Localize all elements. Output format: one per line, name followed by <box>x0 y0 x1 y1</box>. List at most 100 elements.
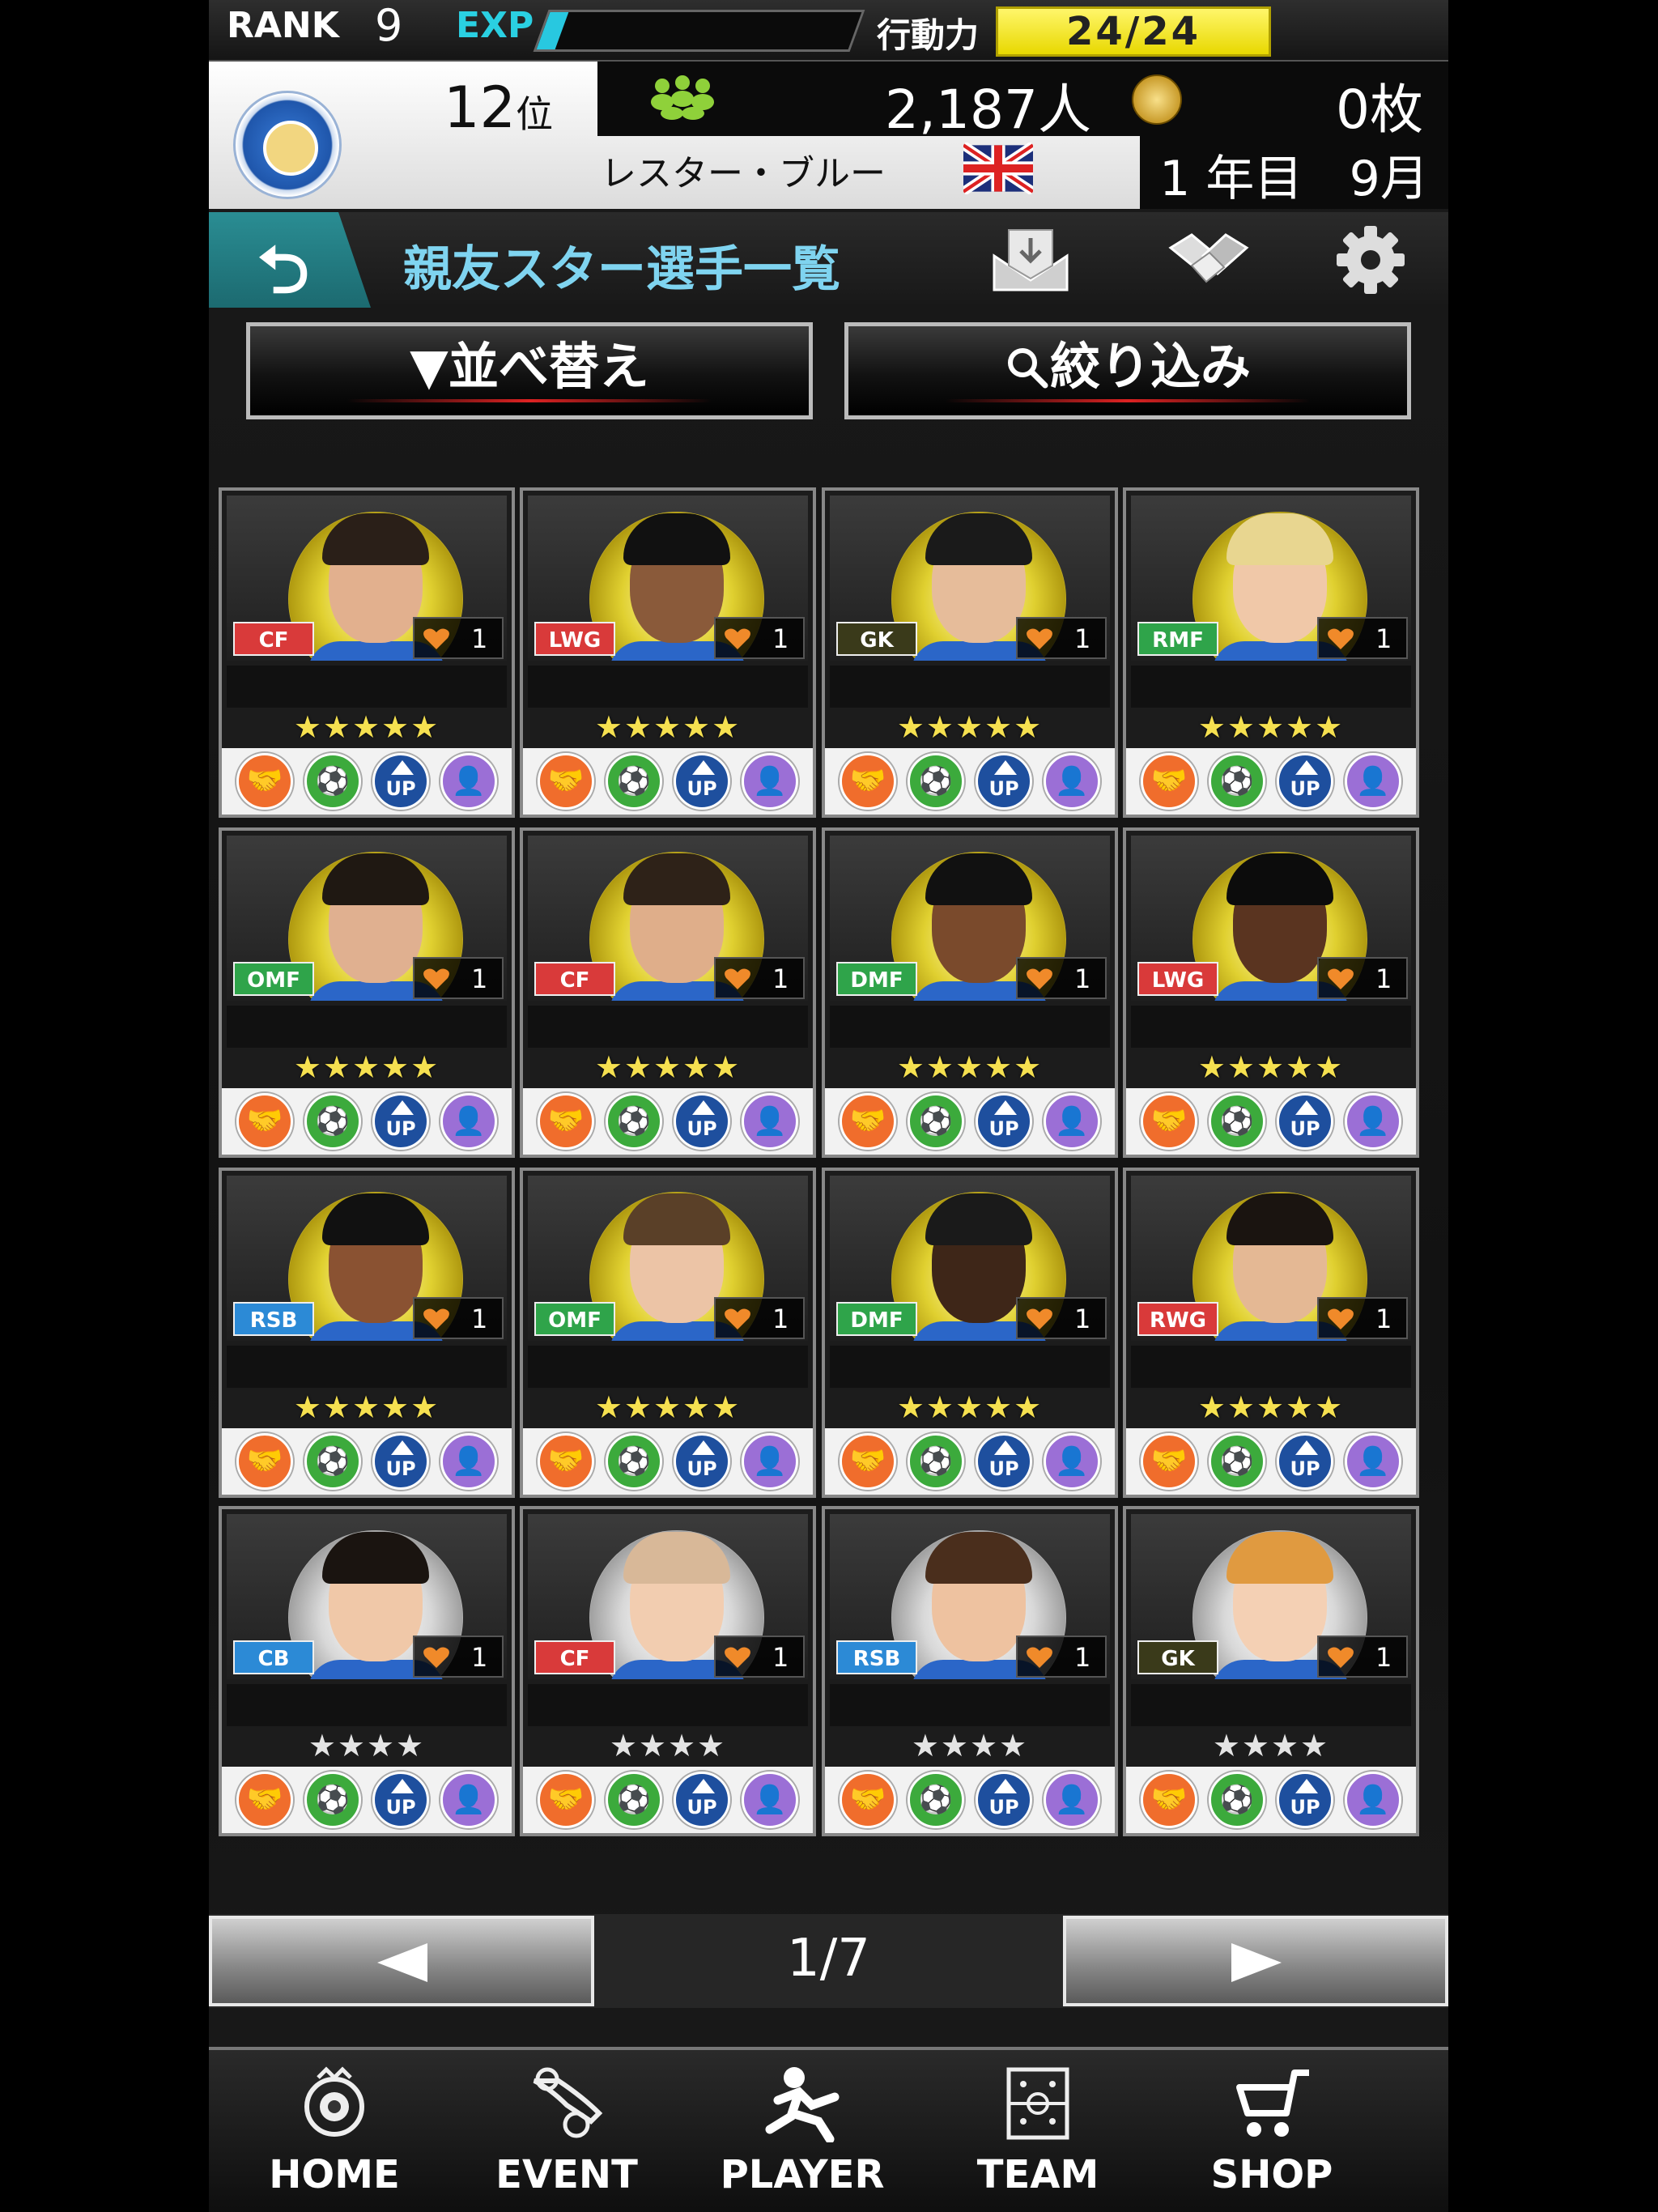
handshake-icon[interactable] <box>1164 223 1253 296</box>
coach-action-icon[interactable]: 👤 <box>742 753 798 810</box>
friend-action-icon[interactable]: 🤝 <box>538 1433 594 1490</box>
nav-player[interactable]: PLAYER <box>685 2050 920 2212</box>
coach-action-icon[interactable]: 👤 <box>742 1093 798 1150</box>
coach-action-icon[interactable]: 👤 <box>440 1772 497 1828</box>
player-card[interactable]: GK 1 ★★★★ 🤝 ⚽ UP 👤 <box>1123 1506 1419 1836</box>
next-page-button[interactable] <box>1063 1916 1448 2006</box>
coach-action-icon[interactable]: 👤 <box>1044 1433 1100 1490</box>
friend-action-icon[interactable]: 🤝 <box>1141 1093 1197 1150</box>
friend-action-icon[interactable]: 🤝 <box>840 1433 896 1490</box>
level-up-icon[interactable]: UP <box>372 1772 429 1828</box>
friend-action-icon[interactable]: 🤝 <box>840 1093 896 1150</box>
player-card[interactable]: OMF 1 ★★★★★ 🤝 ⚽ UP 👤 <box>520 1168 816 1498</box>
level-up-icon[interactable]: UP <box>1277 1772 1333 1828</box>
level-up-icon[interactable]: UP <box>674 1433 730 1490</box>
level-up-icon[interactable]: UP <box>372 1433 429 1490</box>
level-up-icon[interactable]: UP <box>1277 1093 1333 1150</box>
position-badge: GK <box>836 622 917 656</box>
level-up-icon[interactable]: UP <box>976 1433 1032 1490</box>
training-action-icon[interactable]: ⚽ <box>908 1433 964 1490</box>
level-up-icon[interactable]: UP <box>1277 1433 1333 1490</box>
level-up-icon[interactable]: UP <box>1277 753 1333 810</box>
friend-action-icon[interactable]: 🤝 <box>236 1093 293 1150</box>
training-action-icon[interactable]: ⚽ <box>1209 1772 1265 1828</box>
training-action-icon[interactable]: ⚽ <box>304 1433 361 1490</box>
player-card[interactable]: LWG 1 ★★★★★ 🤝 ⚽ UP 👤 <box>520 487 816 818</box>
friend-action-icon[interactable]: 🤝 <box>236 753 293 810</box>
player-card[interactable]: CB 1 ★★★★ 🤝 ⚽ UP 👤 <box>219 1506 515 1836</box>
friend-action-icon[interactable]: 🤝 <box>538 1093 594 1150</box>
player-card[interactable]: OMF 1 ★★★★★ 🤝 ⚽ UP 👤 <box>219 827 515 1158</box>
friend-action-icon[interactable]: 🤝 <box>1141 753 1197 810</box>
coach-action-icon[interactable]: 👤 <box>742 1772 798 1828</box>
friend-action-icon[interactable]: 🤝 <box>538 753 594 810</box>
level-up-icon[interactable]: UP <box>976 753 1032 810</box>
friend-action-icon[interactable]: 🤝 <box>840 1772 896 1828</box>
player-card[interactable]: CF 1 ★★★★★ 🤝 ⚽ UP 👤 <box>520 827 816 1158</box>
coach-action-icon[interactable]: 👤 <box>1345 1093 1401 1150</box>
coach-action-icon[interactable]: 👤 <box>1345 1772 1401 1828</box>
player-card[interactable]: RSB 1 ★★★★★ 🤝 ⚽ UP 👤 <box>219 1168 515 1498</box>
training-action-icon[interactable]: ⚽ <box>908 1772 964 1828</box>
player-card[interactable]: RSB 1 ★★★★ 🤝 ⚽ UP 👤 <box>822 1506 1118 1836</box>
star-rating: ★★★★ <box>911 1728 1029 1763</box>
level-up-icon[interactable]: UP <box>976 1093 1032 1150</box>
friend-action-icon[interactable]: 🤝 <box>236 1772 293 1828</box>
inbox-icon[interactable] <box>986 223 1075 296</box>
friend-action-icon[interactable]: 🤝 <box>1141 1772 1197 1828</box>
coach-action-icon[interactable]: 👤 <box>1044 753 1100 810</box>
coach-action-icon[interactable]: 👤 <box>1345 753 1401 810</box>
player-card[interactable]: RMF 1 ★★★★★ 🤝 ⚽ UP 👤 <box>1123 487 1419 818</box>
heart-handshake-icon <box>1328 1308 1354 1329</box>
settings-gear-icon[interactable] <box>1326 223 1415 296</box>
nav-home[interactable]: HOME <box>217 2050 452 2212</box>
friend-action-icon[interactable]: 🤝 <box>538 1772 594 1828</box>
training-action-icon[interactable]: ⚽ <box>908 753 964 810</box>
player-card[interactable]: GK 1 ★★★★★ 🤝 ⚽ UP 👤 <box>822 487 1118 818</box>
training-action-icon[interactable]: ⚽ <box>1209 1093 1265 1150</box>
coach-action-icon[interactable]: 👤 <box>440 1093 497 1150</box>
nav-shop[interactable]: SHOP <box>1154 2050 1389 2212</box>
training-action-icon[interactable]: ⚽ <box>1209 753 1265 810</box>
level-up-icon[interactable]: UP <box>372 753 429 810</box>
action-power-label: 行動力 <box>877 15 980 55</box>
previous-page-button[interactable] <box>209 1916 594 2006</box>
training-action-icon[interactable]: ⚽ <box>606 753 662 810</box>
player-card[interactable]: CF 1 ★★★★★ 🤝 ⚽ UP 👤 <box>219 487 515 818</box>
heart-handshake-icon <box>725 628 750 649</box>
level-up-icon[interactable]: UP <box>674 1093 730 1150</box>
friend-action-icon[interactable]: 🤝 <box>840 753 896 810</box>
friend-action-icon[interactable]: 🤝 <box>1141 1433 1197 1490</box>
coach-action-icon[interactable]: 👤 <box>440 1433 497 1490</box>
club-emblem[interactable] <box>233 91 342 199</box>
coach-action-icon[interactable]: 👤 <box>742 1433 798 1490</box>
nav-team[interactable]: TEAM <box>920 2050 1155 2212</box>
nav-event[interactable]: EVENT <box>449 2050 684 2212</box>
training-action-icon[interactable]: ⚽ <box>606 1093 662 1150</box>
level-up-icon[interactable]: UP <box>674 753 730 810</box>
coach-action-icon[interactable]: 👤 <box>1345 1433 1401 1490</box>
level-up-icon[interactable]: UP <box>674 1772 730 1828</box>
friend-action-icon[interactable]: 🤝 <box>236 1433 293 1490</box>
training-action-icon[interactable]: ⚽ <box>304 753 361 810</box>
player-card[interactable]: DMF 1 ★★★★★ 🤝 ⚽ UP 👤 <box>822 827 1118 1158</box>
back-button[interactable]: ⮌ <box>209 212 371 308</box>
player-card[interactable]: CF 1 ★★★★ 🤝 ⚽ UP 👤 <box>520 1506 816 1836</box>
level-up-icon[interactable]: UP <box>372 1093 429 1150</box>
level-up-icon[interactable]: UP <box>976 1772 1032 1828</box>
training-action-icon[interactable]: ⚽ <box>304 1772 361 1828</box>
sort-button[interactable]: ▼並べ替え <box>246 322 813 419</box>
player-card[interactable]: LWG 1 ★★★★★ 🤝 ⚽ UP 👤 <box>1123 827 1419 1158</box>
filter-button[interactable]: 絞り込み <box>844 322 1411 419</box>
coach-action-icon[interactable]: 👤 <box>1044 1772 1100 1828</box>
coach-action-icon[interactable]: 👤 <box>440 753 497 810</box>
coach-action-icon[interactable]: 👤 <box>1044 1093 1100 1150</box>
training-action-icon[interactable]: ⚽ <box>606 1772 662 1828</box>
player-card[interactable]: DMF 1 ★★★★★ 🤝 ⚽ UP 👤 <box>822 1168 1118 1498</box>
player-card[interactable]: RWG 1 ★★★★★ 🤝 ⚽ UP 👤 <box>1123 1168 1419 1498</box>
training-action-icon[interactable]: ⚽ <box>1209 1433 1265 1490</box>
training-action-icon[interactable]: ⚽ <box>304 1093 361 1150</box>
friendship-level-value: 1 <box>1375 1642 1392 1673</box>
training-action-icon[interactable]: ⚽ <box>908 1093 964 1150</box>
training-action-icon[interactable]: ⚽ <box>606 1433 662 1490</box>
